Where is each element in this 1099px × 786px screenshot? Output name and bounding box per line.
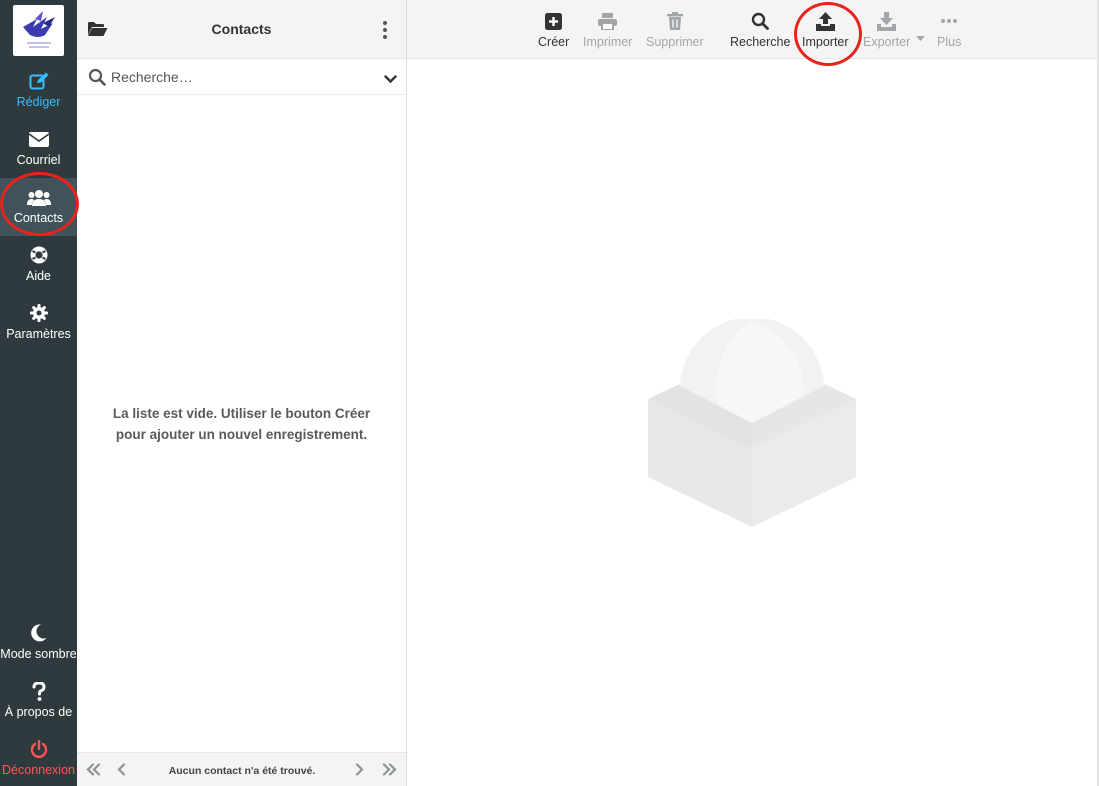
nav-label: Courriel	[16, 153, 61, 167]
more-button[interactable]: Plus	[937, 10, 961, 49]
nav-item-logout[interactable]: Déconnexion	[0, 730, 77, 786]
nav-item-help[interactable]: Aide	[0, 236, 77, 294]
nav-label: Mode sombre	[0, 647, 77, 661]
delete-button[interactable]: Supprimer	[646, 10, 704, 49]
list-header: Contacts	[77, 0, 406, 59]
nav-label: Déconnexion	[2, 763, 75, 777]
delete-label: Supprimer	[646, 35, 704, 49]
question-icon	[32, 681, 46, 701]
nav-label: Contacts	[13, 211, 64, 225]
search-icon	[88, 68, 106, 91]
nav-item-compose[interactable]: Rédiger	[0, 62, 77, 120]
chevron-down-icon[interactable]	[384, 71, 397, 89]
pencil-square-icon	[29, 71, 49, 91]
plus-square-icon	[545, 10, 563, 32]
contacts-list-panel: Contacts La liste est vide. Utiliser le …	[77, 0, 407, 786]
previous-page-icon[interactable]	[117, 763, 126, 781]
main-navigation: Rédiger Courriel Contacts Aide Paramètre…	[0, 0, 77, 786]
nav-item-mail[interactable]: Courriel	[0, 120, 77, 178]
next-page-icon[interactable]	[355, 763, 364, 781]
download-icon	[877, 10, 897, 32]
print-label: Imprimer	[583, 35, 633, 49]
more-horizontal-icon	[940, 10, 958, 32]
export-label: Exporter	[863, 35, 911, 49]
nav-label: Aide	[25, 269, 52, 283]
more-vertical-icon[interactable]	[382, 20, 388, 45]
create-button[interactable]: Créer	[538, 10, 569, 49]
more-label: Plus	[937, 35, 962, 49]
import-button[interactable]: Importer	[802, 10, 849, 49]
nav-item-contacts[interactable]: Contacts	[0, 178, 77, 236]
last-page-icon[interactable]	[382, 763, 397, 781]
trash-icon	[666, 10, 683, 32]
upload-icon	[815, 10, 835, 32]
bird-logo-icon[interactable]	[13, 5, 64, 56]
nav-label: À propos de	[4, 705, 73, 719]
create-label: Créer	[538, 35, 570, 49]
magnifier-icon	[751, 10, 770, 32]
search-bar	[77, 59, 406, 95]
search-button[interactable]: Recherche	[730, 10, 790, 49]
nav-label: Rédiger	[16, 95, 61, 109]
print-button[interactable]: Imprimer	[583, 10, 632, 49]
list-title: Contacts	[211, 21, 272, 37]
gear-icon	[29, 303, 48, 323]
nav-item-about[interactable]: À propos de	[0, 672, 77, 730]
nav-item-settings[interactable]: Paramètres	[0, 294, 77, 352]
envelope-icon	[28, 129, 49, 149]
search-label: Recherche	[730, 35, 791, 49]
users-icon	[26, 187, 51, 207]
nav-label: Paramètres	[6, 327, 71, 341]
first-page-icon[interactable]	[86, 763, 101, 781]
printer-icon	[598, 10, 618, 32]
list-pagination: Aucun contact n'a été trouvé.	[77, 752, 406, 786]
search-input[interactable]	[111, 66, 371, 88]
power-icon	[30, 739, 48, 759]
empty-box-illustration	[648, 317, 856, 532]
lifebuoy-icon	[30, 245, 48, 265]
empty-list-message: La liste est vide. Utiliser le bouton Cr…	[112, 406, 371, 442]
pagination-status: Aucun contact n'a été trouvé.	[168, 765, 316, 777]
moon-icon	[30, 623, 47, 643]
nav-item-dark-mode[interactable]: Mode sombre	[0, 614, 77, 672]
export-button[interactable]: Exporter	[863, 10, 910, 49]
import-label: Importer	[802, 35, 849, 49]
contact-detail-area	[407, 60, 1098, 786]
export-dropdown-caret-icon[interactable]	[916, 28, 925, 46]
contacts-toolbar: Créer Imprimer Supprimer Recherche Impor…	[407, 0, 1098, 59]
